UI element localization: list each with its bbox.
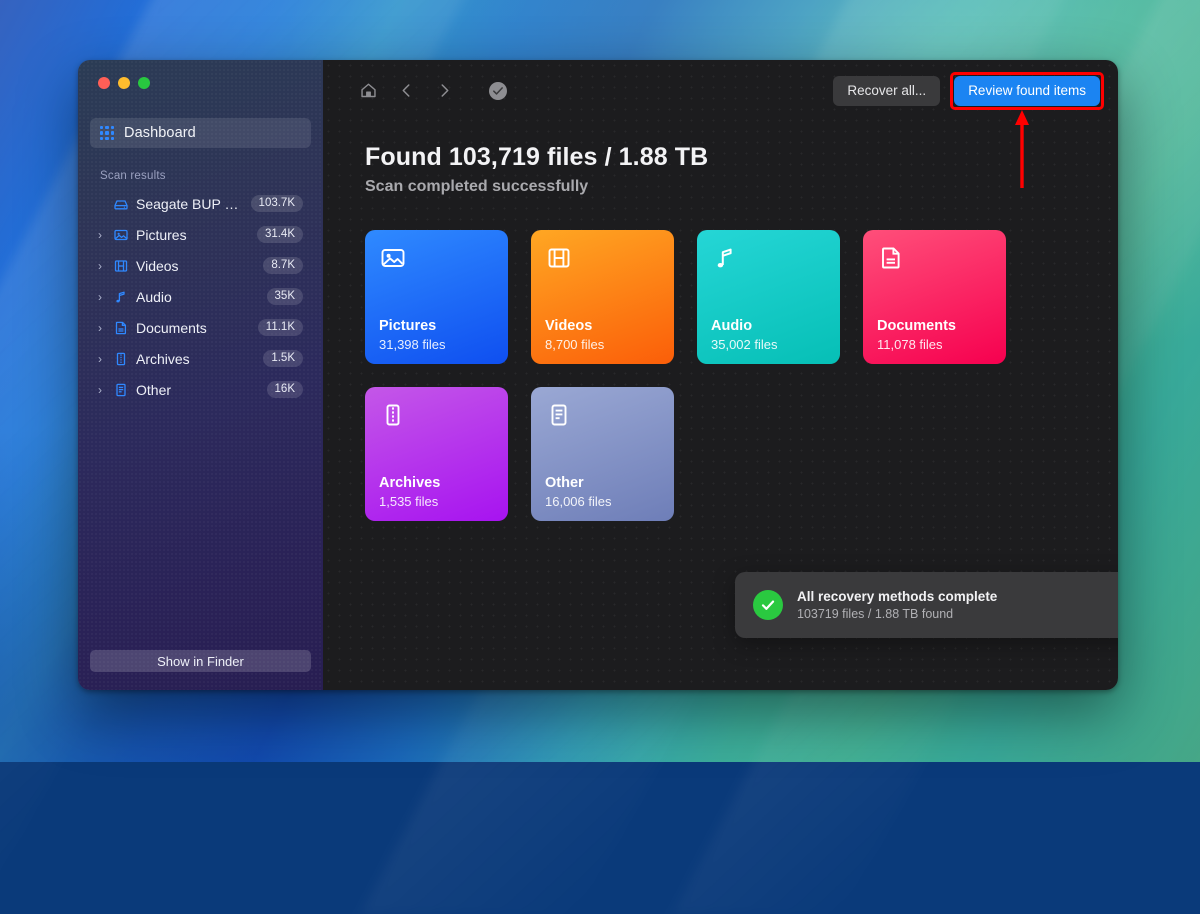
sidebar-item-seagate-bup[interactable]: › Seagate BUP S... 103.7K <box>90 188 311 219</box>
list-doc-icon <box>545 401 660 435</box>
sidebar-item-label: Audio <box>136 288 172 305</box>
card-title: Videos <box>545 318 593 334</box>
music-note-icon <box>711 244 826 278</box>
picture-icon <box>379 244 494 278</box>
card-count: 16,006 files <box>545 494 612 509</box>
sidebar-item-badge: 35K <box>266 287 303 306</box>
sidebar-item-label: Pictures <box>136 226 187 243</box>
music-note-icon <box>112 289 130 305</box>
forward-button[interactable] <box>425 75 463 107</box>
sidebar-item-label: Seagate BUP S... <box>136 195 245 212</box>
card-title: Archives <box>379 475 441 491</box>
card-title: Audio <box>711 318 753 334</box>
sidebar-item-other[interactable]: › Other 16K <box>90 374 311 405</box>
review-found-items-button[interactable]: Review found items <box>954 75 1100 106</box>
film-icon <box>112 258 130 274</box>
archive-icon <box>112 351 130 367</box>
recover-all-button[interactable]: Recover all... <box>833 75 941 106</box>
show-in-finder-button[interactable]: Show in Finder <box>90 650 311 672</box>
sidebar-item-label: Documents <box>136 319 207 336</box>
list-doc-icon <box>112 382 130 398</box>
main-content: Recover all... Review found items Found … <box>323 60 1118 690</box>
window-controls <box>90 60 311 108</box>
card-count: 11,078 files <box>877 337 943 352</box>
sidebar: Dashboard Scan results › Seagate BUP S..… <box>78 60 323 690</box>
category-card-archives[interactable]: Archives 1,535 files <box>365 387 508 521</box>
sidebar-item-badge: 11.1K <box>257 318 303 337</box>
sidebar-item-label: Videos <box>136 257 179 274</box>
scan-summary: Found 103,719 files / 1.88 TB Scan compl… <box>323 121 1118 196</box>
home-button[interactable] <box>349 75 387 107</box>
chevron-right-icon <box>436 82 453 99</box>
grid-icon <box>100 126 114 140</box>
card-count: 8,700 files <box>545 337 605 352</box>
sidebar-item-documents[interactable]: › Documents 11.1K <box>90 312 311 343</box>
toast-subtitle: 103719 files / 1.88 TB found <box>797 607 954 621</box>
sidebar-item-audio[interactable]: › Audio 35K <box>90 281 311 312</box>
app-window: Dashboard Scan results › Seagate BUP S..… <box>78 60 1118 690</box>
category-card-documents[interactable]: Documents 11,078 files <box>863 230 1006 364</box>
sidebar-item-badge: 16K <box>266 380 303 399</box>
sidebar-item-badge: 1.5K <box>263 349 303 368</box>
minimize-window-button[interactable] <box>118 77 130 89</box>
picture-icon <box>112 227 130 243</box>
sidebar-footer: Show in Finder <box>90 650 311 690</box>
sidebar-item-label: Other <box>136 381 172 398</box>
chevron-right-icon[interactable]: › <box>94 229 106 241</box>
maximize-window-button[interactable] <box>138 77 150 89</box>
card-count: 35,002 files <box>711 337 778 352</box>
document-icon <box>877 244 992 278</box>
category-card-videos[interactable]: Videos 8,700 files <box>531 230 674 364</box>
check-circle-icon <box>488 81 508 101</box>
sidebar-section-label: Scan results <box>100 170 166 182</box>
card-title: Documents <box>877 318 956 334</box>
scan-status-button[interactable] <box>479 75 517 107</box>
page-title: Found 103,719 files / 1.88 TB <box>365 143 709 171</box>
film-icon <box>545 244 660 278</box>
sidebar-item-badge: 103.7K <box>250 194 303 213</box>
home-icon <box>359 81 378 100</box>
check-circle-filled-icon <box>753 590 783 620</box>
close-window-button[interactable] <box>98 77 110 89</box>
chevron-right-icon[interactable]: › <box>94 322 106 334</box>
card-count: 31,398 files <box>379 337 446 352</box>
sidebar-item-label: Archives <box>136 350 190 367</box>
card-title: Other <box>545 475 584 491</box>
chevron-right-icon[interactable]: › <box>94 384 106 396</box>
archive-icon <box>379 401 494 435</box>
category-card-other[interactable]: Other 16,006 files <box>531 387 674 521</box>
hard-drive-icon <box>112 196 130 212</box>
sidebar-item-dashboard[interactable]: Dashboard <box>90 118 311 148</box>
toolbar: Recover all... Review found items <box>323 60 1118 121</box>
chevron-right-icon[interactable]: › <box>94 291 106 303</box>
chevron-right-icon[interactable]: › <box>94 353 106 365</box>
chevron-left-icon <box>398 82 415 99</box>
sidebar-item-badge: 8.7K <box>263 256 303 275</box>
toast-notification: All recovery methods complete 103719 fil… <box>735 572 1118 638</box>
toast-title: All recovery methods complete <box>797 589 998 604</box>
card-count: 1,535 files <box>379 494 439 509</box>
toast-text: All recovery methods complete 103719 fil… <box>797 589 1118 621</box>
chevron-right-icon[interactable]: › <box>94 260 106 272</box>
page-subtitle: Scan completed successfully <box>365 178 589 195</box>
category-card-audio[interactable]: Audio 35,002 files <box>697 230 840 364</box>
sidebar-item-badge: 31.4K <box>256 225 303 244</box>
sidebar-item-archives[interactable]: › Archives 1.5K <box>90 343 311 374</box>
category-card-pictures[interactable]: Pictures 31,398 files <box>365 230 508 364</box>
review-button-highlight: Review found items <box>950 71 1104 110</box>
category-card-grid: Pictures 31,398 files Videos 8,700 files <box>323 196 1118 521</box>
sidebar-item-pictures[interactable]: › Pictures 31.4K <box>90 219 311 250</box>
card-title: Pictures <box>379 318 437 334</box>
back-button[interactable] <box>387 75 425 107</box>
document-icon <box>112 320 130 336</box>
sidebar-item-videos[interactable]: › Videos 8.7K <box>90 250 311 281</box>
toolbar-actions: Recover all... Review found items <box>833 71 1104 110</box>
sidebar-item-label: Dashboard <box>124 125 196 141</box>
